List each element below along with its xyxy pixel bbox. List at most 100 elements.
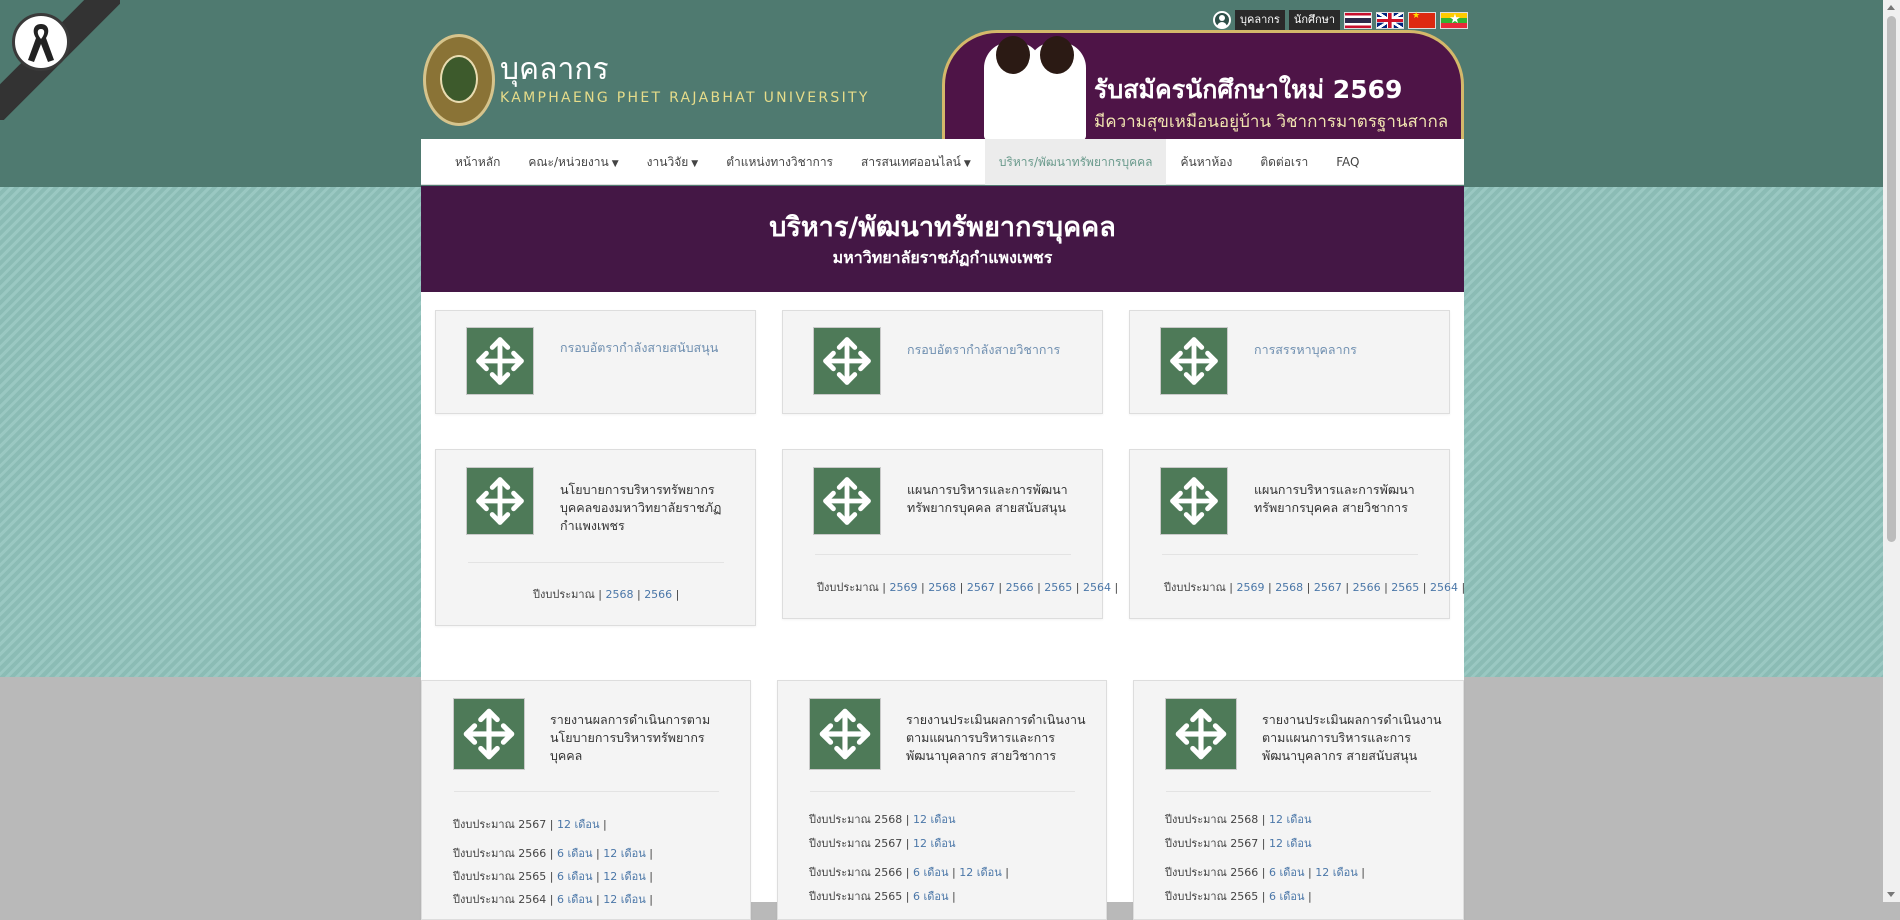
card-title-line: นโยบายการบริหารทรัพยากร <box>550 730 705 745</box>
card-divider <box>810 791 1075 792</box>
report-year-label: ปีงบประมาณ 2565 <box>809 890 903 903</box>
card-title: รายงานประเมินผลการดำเนินงาน ตามแผนการบริ… <box>906 711 1086 765</box>
year-link[interactable]: 2566 <box>1353 581 1381 594</box>
card-academic-staff-framework[interactable]: กรอบอัตรากำลังสายวิชาการ <box>782 310 1103 414</box>
myanmar-flag-icon[interactable] <box>1440 11 1469 29</box>
year-link[interactable]: 2568 <box>1275 581 1303 594</box>
report-link[interactable]: 12 เดือน <box>603 893 646 906</box>
card-title[interactable]: กรอบอัตรากำลังสายสนับสนุน <box>560 339 718 357</box>
report-link[interactable]: 6 เดือน <box>913 890 949 903</box>
nav-faq[interactable]: FAQ <box>1322 139 1373 185</box>
card-title: แผนการบริหารและการพัฒนา ทรัพยากรบุคคล สา… <box>907 481 1068 517</box>
fiscal-year-links: ปีงบประมาณ | 2569 | 2568 | 2567 | 2566 |… <box>817 581 1119 594</box>
card-divider <box>454 791 719 792</box>
admission-banner[interactable]: รับสมัครนักศึกษาใหม่ 2569 มีความสุขเหมือ… <box>942 30 1464 140</box>
vertical-scrollbar[interactable] <box>1883 0 1900 902</box>
page-header: บริหาร/พัฒนาทรัพยากรบุคคล มหาวิทยาลัยราช… <box>421 186 1464 292</box>
student-link[interactable]: นักศึกษา <box>1288 10 1341 30</box>
report-link[interactable]: 6 เดือน <box>557 870 593 883</box>
uk-flag-icon[interactable] <box>1376 11 1405 29</box>
scroll-up-arrow-icon[interactable] <box>1887 5 1895 10</box>
fiscal-year-label: ปีงบประมาณ <box>817 581 879 594</box>
report-line: ปีงบประมาณ 2566 | 6 เดือน | 12 เดือน | <box>453 847 653 860</box>
staff-link[interactable]: บุคลากร <box>1235 10 1285 30</box>
report-link[interactable]: 12 เดือน <box>1269 813 1312 826</box>
nav-label: หน้าหลัก <box>455 154 501 169</box>
card-title: รายงานประเมินผลการดำเนินงาน ตามแผนการบริ… <box>1262 711 1442 765</box>
nav-room-search[interactable]: ค้นหาห้อง <box>1166 139 1246 185</box>
thai-flag-icon[interactable] <box>1344 11 1373 29</box>
scrollbar-thumb[interactable] <box>1887 16 1896 542</box>
report-link[interactable]: 6 เดือน <box>1269 866 1305 879</box>
report-link[interactable]: 12 เดือน <box>913 813 956 826</box>
card-academic-hr-plan: แผนการบริหารและการพัฒนา ทรัพยากรบุคคล สา… <box>1129 449 1465 619</box>
nav-academic-positions[interactable]: ตำแหน่งทางวิชาการ <box>712 139 847 185</box>
report-year-label: ปีงบประมาณ 2568 <box>809 813 903 826</box>
site-title[interactable]: บุคลากร <box>500 52 609 88</box>
banner-title: รับสมัครนักศึกษาใหม่ 2569 <box>1094 75 1403 104</box>
card-title-line: รายงานประเมินผลการดำเนินงาน <box>906 712 1086 727</box>
caret-down-icon: ▼ <box>611 158 619 169</box>
report-year-label: ปีงบประมาณ 2566 <box>809 866 903 879</box>
report-link[interactable]: 12 เดือน <box>913 837 956 850</box>
card-title-line: ตามแผนการบริหารและการ <box>906 730 1055 745</box>
report-link[interactable]: 12 เดือน <box>1315 866 1358 879</box>
student-figure <box>1028 36 1086 140</box>
card-title: นโยบายการบริหารทรัพยากร บุคคลของมหาวิทยา… <box>560 481 721 535</box>
year-link[interactable]: 2569 <box>889 581 917 594</box>
year-link[interactable]: 2569 <box>1236 581 1264 594</box>
report-link[interactable]: 6 เดือน <box>1269 890 1305 903</box>
card-recruitment[interactable]: การสรรหาบุคลากร <box>1129 310 1450 414</box>
banner-subtitle: มีความสุขเหมือนอยู่บ้าน วิชาการมาตรฐานสา… <box>1094 112 1449 132</box>
mourning-ribbon-corner <box>0 0 120 120</box>
nav-research[interactable]: งานวิจัย ▼ <box>633 139 713 185</box>
nav-contact[interactable]: ติดต่อเรา <box>1246 139 1322 185</box>
card-divider <box>815 554 1071 555</box>
card-support-hr-plan: แผนการบริหารและการพัฒนา ทรัพยากรบุคคล สา… <box>782 449 1118 619</box>
card-support-staff-framework[interactable]: กรอบอัตรากำลังสายสนับสนุน <box>435 310 756 414</box>
report-link[interactable]: 6 เดือน <box>913 866 949 879</box>
report-link[interactable]: 12 เดือน <box>959 866 1002 879</box>
move-arrows-icon <box>1160 327 1228 395</box>
card-title-line: นโยบายการบริหารทรัพยากร <box>560 482 715 497</box>
year-link[interactable]: 2566 <box>1006 581 1034 594</box>
year-link[interactable]: 2566 <box>644 588 672 601</box>
report-line: ปีงบประมาณ 2568 | 12 เดือน <box>1165 813 1312 826</box>
university-seal-logo[interactable] <box>423 34 495 126</box>
year-link[interactable]: 2564 <box>1430 581 1458 594</box>
fiscal-year-label: ปีงบประมาณ <box>1164 581 1226 594</box>
report-year-label: ปีงบประมาณ 2564 <box>453 893 547 906</box>
card-title-line: ตามแผนการบริหารและการ <box>1262 730 1411 745</box>
year-link[interactable]: 2568 <box>928 581 956 594</box>
china-flag-icon[interactable] <box>1408 11 1437 29</box>
report-line: ปีงบประมาณ 2566 | 6 เดือน | 12 เดือน | <box>1165 866 1365 879</box>
report-line: ปีงบประมาณ 2565 | 6 เดือน | 12 เดือน | <box>453 870 653 883</box>
year-link[interactable]: 2567 <box>967 581 995 594</box>
report-link[interactable]: 12 เดือน <box>1269 837 1312 850</box>
report-link[interactable]: 12 เดือน <box>603 870 646 883</box>
year-link[interactable]: 2567 <box>1314 581 1342 594</box>
card-title[interactable]: การสรรหาบุคลากร <box>1254 341 1357 359</box>
card-title[interactable]: กรอบอัตรากำลังสายวิชาการ <box>907 341 1060 359</box>
card-hr-policy: นโยบายการบริหารทรัพยากร บุคคลของมหาวิทยา… <box>435 449 756 626</box>
report-link[interactable]: 12 เดือน <box>603 847 646 860</box>
site-subtitle: KAMPHAENG PHET RAJABHAT UNIVERSITY <box>500 90 870 106</box>
card-title: รายงานผลการดำเนินการตาม นโยบายการบริหารท… <box>550 711 710 765</box>
year-link[interactable]: 2565 <box>1044 581 1072 594</box>
card-title-line: รายงานผลการดำเนินการตาม <box>550 712 711 727</box>
nav-faculties[interactable]: คณะ/หน่วยงาน ▼ <box>514 139 632 185</box>
report-link[interactable]: 6 เดือน <box>557 847 593 860</box>
year-link[interactable]: 2568 <box>605 588 633 601</box>
year-link[interactable]: 2564 <box>1083 581 1111 594</box>
nav-label: ติดต่อเรา <box>1260 154 1309 169</box>
nav-hr-management[interactable]: บริหาร/พัฒนาทรัพยากรบุคคล <box>984 138 1167 185</box>
nav-online-info[interactable]: สารสนเทศออนไลน์ ▼ <box>847 139 985 185</box>
scroll-down-arrow-icon[interactable] <box>1887 892 1895 897</box>
report-link[interactable]: 6 เดือน <box>557 893 593 906</box>
card-title-line: กำแพงเพชร <box>560 518 625 533</box>
nav-home[interactable]: หน้าหลัก <box>441 139 514 185</box>
report-year-label: ปีงบประมาณ 2567 <box>453 818 547 831</box>
move-arrows-icon <box>466 327 534 395</box>
report-link[interactable]: 12 เดือน <box>557 818 600 831</box>
year-link[interactable]: 2565 <box>1391 581 1419 594</box>
